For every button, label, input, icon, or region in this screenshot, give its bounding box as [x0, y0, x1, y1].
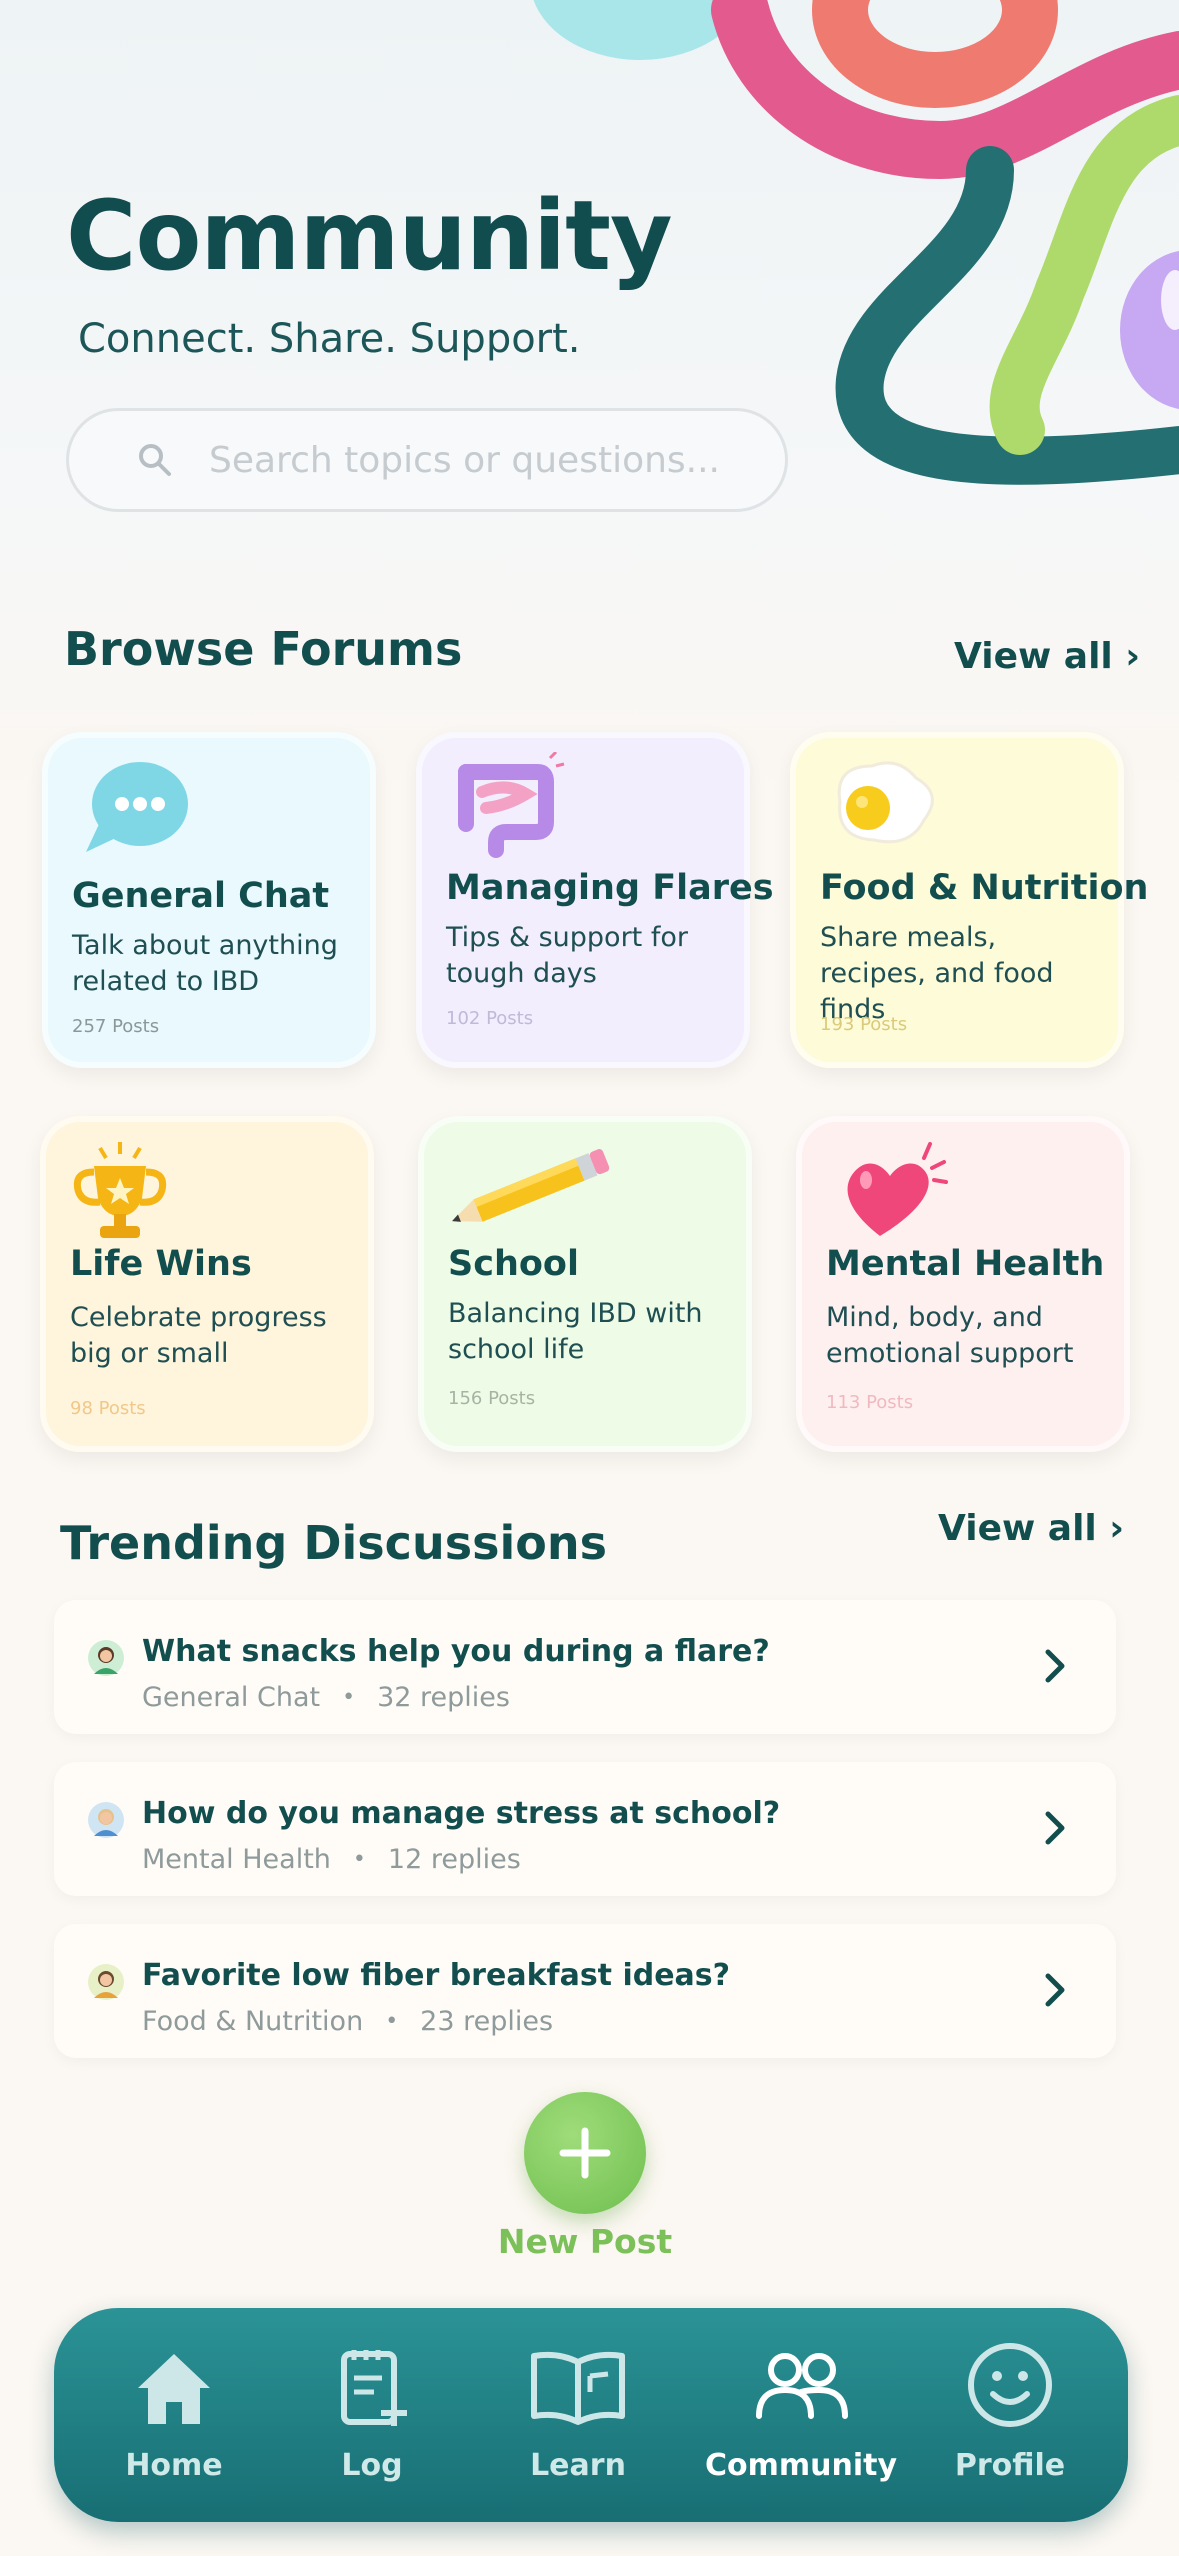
home-icon [138, 2354, 210, 2424]
intestine-icon [458, 752, 565, 858]
avatar [88, 1964, 124, 2000]
discussion-forum: Food & Nutrition [142, 2006, 364, 2037]
search-icon [139, 444, 171, 476]
discussion-meta: General Chat • 32 replies [142, 1682, 510, 1713]
heart-icon [847, 1142, 948, 1236]
forum-card-description: Tips & support for tough days [446, 922, 688, 989]
new-post-button[interactable] [524, 2092, 646, 2214]
search-input[interactable] [209, 439, 769, 481]
discussion-item[interactable]: What snacks help you during a flare? Gen… [54, 1600, 1116, 1734]
discussion-question: What snacks help you during a flare? [142, 1634, 770, 1669]
forum-card-description: Mind, body, and emotional support [826, 1302, 1074, 1369]
discussion-meta: Mental Health • 12 replies [142, 1844, 521, 1875]
nav-label: Learn [530, 2448, 626, 2483]
log-icon [341, 2350, 407, 2426]
forum-card-description: Celebrate progress big or small [70, 1302, 327, 1369]
forum-card-post-count: 257 Posts [72, 1016, 160, 1037]
page-subtitle: Connect. Share. Support. [78, 316, 581, 362]
separator-dot: • [352, 1847, 366, 1872]
nav-item-learn[interactable]: Learn [478, 2308, 678, 2522]
speech-bubble-icon [86, 762, 188, 852]
discussion-forum: Mental Health [142, 1844, 331, 1875]
bottom-nav: Home Log Learn Community Profile [54, 2308, 1128, 2522]
fried-egg-icon [837, 761, 934, 844]
nav-item-home[interactable]: Home [74, 2308, 274, 2522]
forum-card-title: Managing Flares [446, 868, 774, 908]
search-bar[interactable] [66, 408, 788, 512]
avatar [88, 1640, 124, 1676]
forum-card-description: Balancing IBD with school life [448, 1298, 703, 1365]
pencil-icon [452, 1149, 610, 1222]
plus-icon [559, 2127, 611, 2179]
trending-view-all-link[interactable]: View all › [938, 1508, 1124, 1549]
discussion-forum: General Chat [142, 1682, 321, 1713]
discussion-meta: Food & Nutrition • 23 replies [142, 2006, 553, 2037]
community-icon [756, 2353, 848, 2419]
discussion-replies: 32 replies [377, 1682, 510, 1713]
forum-card-post-count: 98 Posts [70, 1398, 146, 1419]
discussion-item[interactable]: Favorite low fiber breakfast ideas? Food… [54, 1924, 1116, 2058]
forum-card-general-chat[interactable]: General Chat Talk about anything related… [42, 732, 376, 1068]
forum-card-school[interactable]: School Balancing IBD with school life 15… [418, 1116, 752, 1452]
forum-card-post-count: 156 Posts [448, 1388, 536, 1409]
forum-card-description: Share meals, recipes, and food finds [820, 922, 1054, 1025]
forum-card-title: General Chat [72, 876, 330, 916]
discussion-question: Favorite low fiber breakfast ideas? [142, 1958, 731, 1993]
chevron-right-icon [1045, 1811, 1065, 1845]
forum-card-description: Talk about anything related to IBD [72, 930, 338, 997]
nav-label: Home [125, 2448, 223, 2483]
discussion-question: How do you manage stress at school? [142, 1796, 781, 1831]
separator-dot: • [385, 2009, 399, 2034]
forum-card-title: Life Wins [70, 1244, 252, 1284]
browse-forums-title: Browse Forums [64, 622, 463, 676]
forum-card-title: Food & Nutrition [820, 868, 1149, 908]
chevron-right-icon [1045, 1973, 1065, 2007]
discussion-item[interactable]: How do you manage stress at school? Ment… [54, 1762, 1116, 1896]
forum-card-post-count: 113 Posts [826, 1392, 914, 1413]
nav-item-profile[interactable]: Profile [910, 2308, 1110, 2522]
forum-card-post-count: 193 Posts [820, 1014, 908, 1035]
forum-card-mental-health[interactable]: Mental Health Mind, body, and emotional … [796, 1116, 1130, 1452]
nav-label: Community [704, 2448, 898, 2483]
discussion-replies: 12 replies [387, 1844, 521, 1875]
forum-card-food-nutrition[interactable]: Food & Nutrition Share meals, recipes, a… [790, 732, 1148, 1068]
forum-card-title: School [448, 1244, 579, 1284]
forum-card-life-wins[interactable]: Life Wins Celebrate progress big or smal… [40, 1116, 374, 1452]
forum-card-title: Mental Health [826, 1244, 1105, 1284]
forums-view-all-link[interactable]: View all › [954, 636, 1140, 677]
avatar [88, 1802, 124, 1838]
nav-label: Log [341, 2448, 403, 2483]
discussion-replies: 23 replies [420, 2006, 554, 2037]
page-title: Community [66, 180, 673, 292]
chevron-right-icon [1045, 1649, 1065, 1683]
separator-dot: • [342, 1685, 356, 1710]
nav-item-community[interactable]: Community [692, 2308, 910, 2522]
nav-label: Profile [954, 2448, 1066, 2483]
smiley-icon [968, 2343, 1052, 2427]
new-post-label[interactable]: New Post [440, 2222, 730, 2261]
book-icon [531, 2351, 625, 2425]
forum-card-post-count: 102 Posts [446, 1008, 534, 1029]
forum-card-managing-flares[interactable]: Managing Flares Tips & support for tough… [416, 732, 774, 1068]
trophy-icon [73, 1142, 167, 1238]
nav-item-log[interactable]: Log [272, 2308, 472, 2522]
trending-discussions-title: Trending Discussions [60, 1516, 607, 1570]
